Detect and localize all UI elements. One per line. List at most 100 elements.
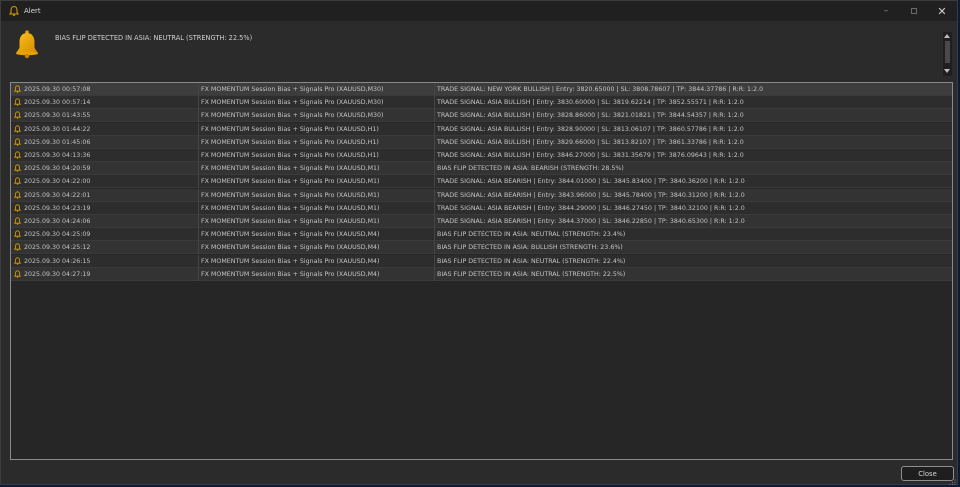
alert-time: 2025.09.30 01:43:55: [24, 112, 91, 120]
column-divider: [198, 267, 199, 281]
alert-source: FX MOMENTUM Session Bias + Signals Pro (…: [201, 165, 380, 173]
alert-source: FX MOMENTUM Session Bias + Signals Pro (…: [201, 99, 384, 107]
alert-time: 2025.09.30 00:57:14: [24, 99, 91, 107]
window-close-button[interactable]: ✕: [927, 1, 957, 21]
bell-icon: [14, 204, 21, 212]
table-row[interactable]: 2025.09.30 04:25:09 FX MOMENTUM Session B…: [11, 228, 952, 242]
resize-grip-icon[interactable]: [949, 479, 956, 485]
bell-icon: [14, 138, 21, 146]
alert-time: 2025.09.30 04:13:36: [24, 152, 91, 159]
table-row[interactable]: 2025.09.30 04:22:01 FX MOMENTUM Session B…: [11, 188, 952, 202]
minimize-button[interactable]: –: [871, 1, 901, 21]
scroll-down-icon[interactable]: [944, 69, 950, 73]
table-row[interactable]: 2025.09.30 01:43:55 FX MOMENTUM Session B…: [11, 109, 952, 123]
scroll-thumb[interactable]: [945, 41, 950, 63]
table-row[interactable]: 2025.09.30 04:24:06 FX MOMENTUM Session B…: [11, 215, 952, 228]
alert-message: TRADE SIGNAL: ASIA BEARISH | Entry: 3844…: [437, 204, 745, 212]
alert-message: TRADE SIGNAL: ASIA BULLISH | Entry: 3846…: [437, 152, 744, 159]
column-divider: [198, 149, 199, 162]
alert-message: TRADE SIGNAL: NEW YORK BULLISH | Entry: …: [437, 86, 764, 93]
table-row[interactable]: 2025.09.30 01:44:22 FX MOMENTUM Session B…: [11, 122, 952, 136]
bell-icon: [16, 30, 38, 59]
column-divider: [434, 254, 435, 268]
alert-time: 2025.09.30 04:23:19: [24, 204, 91, 212]
alert-source: FX MOMENTUM Session Bias + Signals Pro (…: [201, 152, 379, 159]
bell-icon: [14, 190, 21, 199]
column-divider: [198, 122, 199, 136]
column-divider: [198, 96, 199, 110]
alert-source: FX MOMENTUM Session Bias + Signals Pro (…: [201, 218, 380, 225]
alert-time: 2025.09.30 04:20:59: [24, 165, 91, 173]
table-row[interactable]: 2025.09.30 04:23:19 FX MOMENTUM Session B…: [11, 201, 952, 215]
alert-message: BIAS FLIP DETECTED IN ASIA: NEUTRAL (STR…: [437, 257, 626, 265]
alert-message: TRADE SIGNAL: ASIA BULLISH | Entry: 3828…: [437, 125, 744, 133]
bell-icon: [14, 177, 21, 186]
alert-source: FX MOMENTUM Session Bias + Signals Pro (…: [201, 204, 380, 212]
bell-icon: [14, 124, 21, 133]
scroll-up-icon[interactable]: [944, 34, 950, 38]
minimize-icon: –: [883, 6, 889, 16]
column-divider: [198, 83, 199, 96]
close-icon: ✕: [937, 4, 947, 18]
column-divider: [198, 162, 199, 176]
alert-message: BIAS FLIP DETECTED IN ASIA: BULLISH (STR…: [437, 244, 623, 252]
table-row[interactable]: 2025.09.30 00:57:14 FX MOMENTUM Session B…: [11, 96, 952, 110]
alert-window: Alert – ✕ BIAS FLIP DETECTED IN ASIA: NE…: [0, 0, 958, 485]
alert-source: FX MOMENTUM Session Bias + Signals Pro (…: [201, 125, 379, 133]
column-divider: [198, 188, 199, 202]
alert-source: FX MOMENTUM Session Bias + Signals Pro (…: [201, 257, 380, 265]
table-row[interactable]: 2025.09.30 04:22:00 FX MOMENTUM Session B…: [11, 175, 952, 189]
bell-icon: [14, 98, 21, 106]
alert-time: 2025.09.30 04:24:06: [24, 218, 91, 225]
bell-icon: [9, 5, 19, 17]
alert-message: TRADE SIGNAL: ASIA BULLISH | Entry: 3829…: [437, 138, 744, 146]
table-row[interactable]: 2025.09.30 04:26:15 FX MOMENTUM Session B…: [11, 254, 952, 268]
window-title: Alert: [24, 7, 41, 15]
column-divider: [198, 228, 199, 242]
bell-icon: [14, 270, 21, 278]
column-divider: [434, 149, 435, 162]
column-divider: [434, 122, 435, 136]
column-divider: [434, 175, 435, 189]
alert-history-list[interactable]: 2025.09.30 00:57:08 FX MOMENTUM Session B…: [10, 82, 953, 460]
table-row[interactable]: 2025.09.30 04:13:36 FX MOMENTUM Session B…: [11, 149, 952, 162]
title-bar[interactable]: Alert – ✕: [1, 1, 957, 21]
current-alert-message: BIAS FLIP DETECTED IN ASIA: NEUTRAL (STR…: [55, 34, 253, 42]
alert-time: 2025.09.30 04:25:12: [24, 244, 91, 252]
alert-message: TRADE SIGNAL: ASIA BULLISH | Entry: 3828…: [437, 112, 744, 120]
column-divider: [434, 267, 435, 281]
alert-time: 2025.09.30 01:44:22: [24, 125, 91, 133]
close-button[interactable]: Close: [901, 466, 954, 481]
column-divider: [434, 162, 435, 176]
alert-time: 2025.09.30 00:57:08: [24, 86, 91, 93]
column-divider: [434, 109, 435, 123]
table-row[interactable]: 2025.09.30 04:27:19 FX MOMENTUM Session B…: [11, 267, 952, 281]
column-divider: [198, 215, 199, 228]
bell-icon: [14, 151, 21, 159]
table-row[interactable]: 2025.09.30 04:20:59 FX MOMENTUM Session B…: [11, 162, 952, 176]
bell-icon: [14, 85, 21, 93]
column-divider: [434, 228, 435, 242]
table-row[interactable]: 2025.09.30 01:45:06 FX MOMENTUM Session B…: [11, 135, 952, 149]
alert-source: FX MOMENTUM Session Bias + Signals Pro (…: [201, 138, 379, 146]
column-divider: [434, 201, 435, 215]
bell-icon: [14, 230, 21, 238]
column-divider: [434, 215, 435, 228]
alert-source: FX MOMENTUM Session Bias + Signals Pro (…: [201, 231, 380, 239]
column-divider: [198, 175, 199, 189]
bell-icon: [14, 256, 21, 265]
alert-time: 2025.09.30 04:27:19: [24, 270, 91, 278]
alert-time: 2025.09.30 01:45:06: [24, 138, 91, 146]
message-scrollbar[interactable]: [943, 32, 952, 76]
alert-message: BIAS FLIP DETECTED IN ASIA: BEARISH (STR…: [437, 165, 624, 173]
column-divider: [198, 254, 199, 268]
column-divider: [434, 83, 435, 96]
bell-icon: [14, 217, 21, 225]
table-row[interactable]: 2025.09.30 00:57:08 FX MOMENTUM Session B…: [11, 83, 952, 96]
table-row[interactable]: 2025.09.30 04:25:12 FX MOMENTUM Session B…: [11, 241, 952, 255]
alert-source: FX MOMENTUM Session Bias + Signals Pro (…: [201, 191, 380, 199]
maximize-button[interactable]: [899, 1, 929, 21]
alert-message: TRADE SIGNAL: ASIA BULLISH | Entry: 3830…: [437, 99, 744, 107]
alert-source: FX MOMENTUM Session Bias + Signals Pro (…: [201, 86, 384, 93]
alert-source: FX MOMENTUM Session Bias + Signals Pro (…: [201, 112, 384, 120]
